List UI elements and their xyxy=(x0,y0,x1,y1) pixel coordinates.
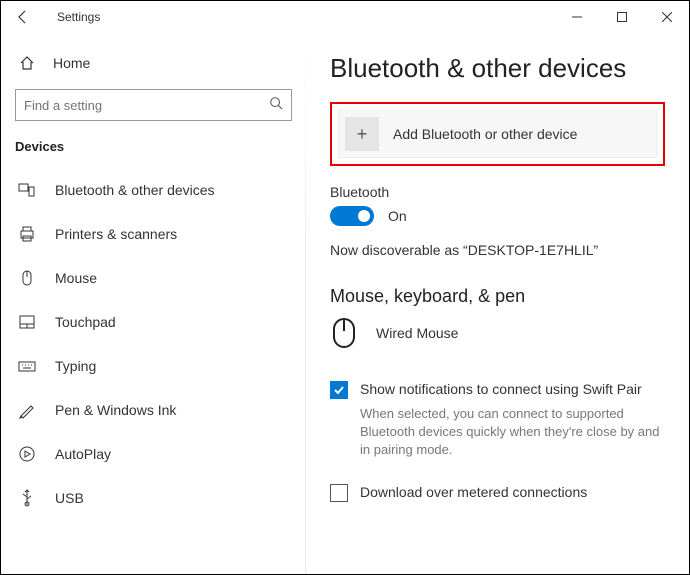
autoplay-icon xyxy=(17,444,37,464)
maximize-button[interactable] xyxy=(599,2,644,32)
metered-label: Download over metered connections xyxy=(360,484,587,500)
search-icon xyxy=(269,96,283,115)
nav-autoplay[interactable]: AutoPlay xyxy=(1,432,306,476)
back-button[interactable] xyxy=(9,3,37,31)
nav-item-label: Printers & scanners xyxy=(55,226,177,242)
nav-item-label: Typing xyxy=(55,358,96,374)
nav-bluetooth-devices[interactable]: Bluetooth & other devices xyxy=(1,168,306,212)
devices-icon xyxy=(17,180,37,200)
nav-item-label: Touchpad xyxy=(55,314,116,330)
nav-item-label: Mouse xyxy=(55,270,97,286)
device-label: Wired Mouse xyxy=(376,325,458,341)
swift-pair-label: Show notifications to connect using Swif… xyxy=(360,381,642,397)
pen-icon xyxy=(17,400,37,420)
nav-item-label: USB xyxy=(55,490,84,506)
add-device-button[interactable]: + Add Bluetooth or other device xyxy=(338,110,657,158)
close-button[interactable] xyxy=(644,2,689,32)
nav-item-label: Bluetooth & other devices xyxy=(55,182,215,198)
page-title: Bluetooth & other devices xyxy=(330,53,665,84)
printer-icon xyxy=(17,224,37,244)
bluetooth-toggle[interactable] xyxy=(330,206,374,226)
discoverable-text: Now discoverable as “DESKTOP-1E7HLIL” xyxy=(330,242,665,258)
devices-group-heading: Mouse, keyboard, & pen xyxy=(330,286,665,307)
minimize-button[interactable] xyxy=(554,2,599,32)
device-item[interactable]: Wired Mouse xyxy=(330,317,665,349)
nav-printers-scanners[interactable]: Printers & scanners xyxy=(1,212,306,256)
metered-checkbox[interactable] xyxy=(330,484,348,502)
window-title: Settings xyxy=(57,10,100,24)
nav-item-label: AutoPlay xyxy=(55,446,111,462)
usb-icon xyxy=(17,488,37,508)
nav-typing[interactable]: Typing xyxy=(1,344,306,388)
search-input[interactable] xyxy=(15,89,292,121)
home-link[interactable]: Home xyxy=(1,43,306,83)
nav-item-label: Pen & Windows Ink xyxy=(55,402,176,418)
add-device-label: Add Bluetooth or other device xyxy=(393,126,577,142)
nav-usb[interactable]: USB xyxy=(1,476,306,520)
touchpad-icon xyxy=(17,312,37,332)
bluetooth-heading: Bluetooth xyxy=(330,184,665,200)
plus-icon: + xyxy=(345,117,379,151)
nav-pen-ink[interactable]: Pen & Windows Ink xyxy=(1,388,306,432)
mouse-icon xyxy=(17,268,37,288)
add-device-highlight: + Add Bluetooth or other device xyxy=(330,102,665,166)
swift-pair-help: When selected, you can connect to suppor… xyxy=(360,405,665,460)
swift-pair-checkbox[interactable] xyxy=(330,381,348,399)
home-icon xyxy=(17,55,37,71)
bluetooth-state: On xyxy=(388,208,407,224)
search-field[interactable] xyxy=(24,98,269,113)
nav-mouse[interactable]: Mouse xyxy=(1,256,306,300)
mouse-device-icon xyxy=(330,317,358,349)
keyboard-icon xyxy=(17,356,37,376)
nav-touchpad[interactable]: Touchpad xyxy=(1,300,306,344)
home-label: Home xyxy=(53,55,90,71)
sidebar-section: Devices xyxy=(1,133,306,168)
